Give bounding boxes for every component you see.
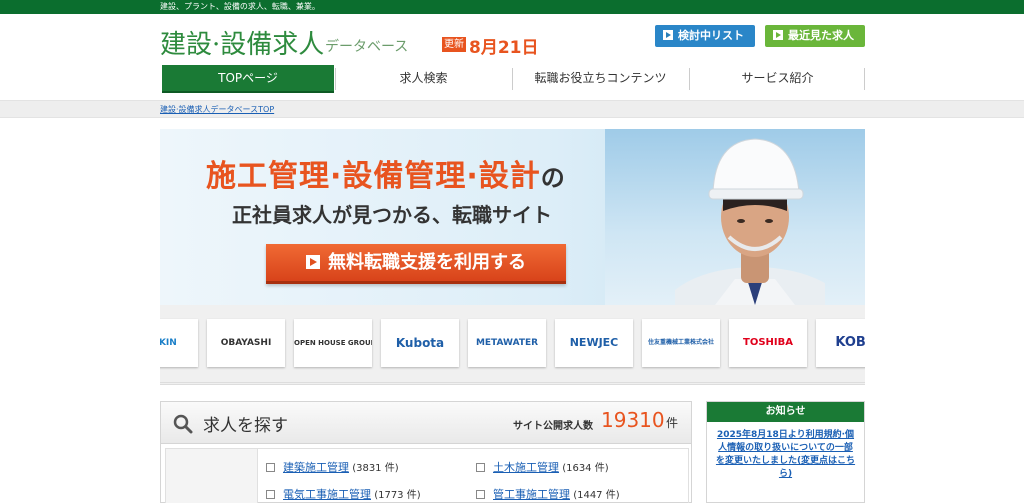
company-logo-text: Kubota (395, 336, 445, 350)
update-date: 8月21日 (469, 38, 539, 58)
job-category-item[interactable]: 建築施工管理 (3831 件) (266, 459, 399, 475)
category-heading-column (166, 449, 258, 503)
company-logo-card[interactable]: DAIKIN (160, 319, 198, 367)
nav-item-top[interactable]: TOPページ (162, 65, 334, 93)
company-logo-text: DAIKIN (160, 338, 177, 348)
company-logo-card[interactable]: KOBE (816, 319, 865, 367)
job-category-link[interactable]: 建築施工管理 (283, 461, 349, 474)
company-logo-card[interactable]: OBAYASHI (207, 319, 285, 367)
job-category-count: (1447 件) (573, 490, 620, 501)
public-jobs-count-label: サイト公開求人数 (513, 421, 593, 432)
company-logo-card[interactable]: NEWJEC (555, 319, 633, 367)
company-logo-card[interactable]: 住友重機械工業株式会社 (642, 319, 720, 367)
job-category-count: (1773 件) (374, 490, 421, 501)
job-category-item[interactable]: 電気工事施工管理 (1773 件) (266, 486, 421, 502)
site-logo[interactable]: 建設·設備求人 (160, 24, 324, 61)
job-category-checkbox[interactable] (266, 490, 275, 499)
company-logo-card[interactable]: OPEN HOUSE GROUP (294, 319, 372, 367)
arrow-right-icon (773, 30, 783, 40)
arrow-right-icon (306, 255, 320, 269)
search-icon (173, 414, 193, 434)
job-category-count: (1634 件) (562, 463, 609, 474)
job-category-count: (3831 件) (352, 463, 399, 474)
recent-jobs-button[interactable]: 最近見た求人 (765, 25, 865, 47)
breadcrumb-top-link[interactable]: 建設·設備求人データベースTOP (160, 104, 274, 115)
company-logo-text: 住友重機械工業株式会社 (647, 339, 714, 346)
hero-headline-particle: の (540, 164, 566, 192)
review-list-button[interactable]: 検討中リスト (655, 25, 755, 47)
hero-banner[interactable]: 施工管理·設備管理·設計の 正社員求人が見つかる、転職サイト 無料転職支援を利用… (160, 129, 865, 305)
news-panel: お知らせ 2025年8月18日より利用規約·個人情報の取り扱いについての一部を変… (706, 401, 865, 503)
job-category-link[interactable]: 管工事施工管理 (493, 488, 570, 501)
job-category-link[interactable]: 土木施工管理 (493, 461, 559, 474)
company-logo-text: OPEN HOUSE GROUP (294, 339, 372, 347)
update-badge: 更新 (442, 37, 466, 52)
company-logo-card[interactable]: Kubota (381, 319, 459, 367)
arrow-right-icon (663, 30, 673, 40)
company-logo-card[interactable]: METAWATER (468, 319, 546, 367)
job-category-list: 建築施工管理 (3831 件) 土木施工管理 (1634 件) 電気工事施工管理… (165, 448, 689, 503)
hero-subline: 正社員求人が見つかる、転職サイト (232, 203, 552, 227)
job-category-checkbox[interactable] (476, 490, 485, 499)
company-logo-text: TOSHIBA (743, 337, 793, 348)
top-announcement-text: 建設、プラント、設備の求人、転職、兼業。 (160, 2, 320, 11)
nav-item-job-search[interactable]: 求人検索 (336, 65, 511, 93)
main-nav: TOPページ 求人検索 転職お役立ちコンテンツ サービス紹介 (160, 65, 865, 93)
company-logo-carousel[interactable]: DAIKIN OBAYASHI OPEN HOUSE GROUP Kubota … (160, 305, 865, 385)
nav-item-career-content[interactable]: 転職お役立ちコンテンツ (513, 65, 688, 93)
company-logo-text: KOBE (835, 335, 865, 350)
public-jobs-count-value: 19310 (601, 408, 665, 432)
news-title: お知らせ (707, 402, 864, 422)
site-logo-subtitle: データベース (325, 39, 409, 55)
hero-headline-main: 施工管理·設備管理·設計 (206, 159, 541, 194)
breadcrumb-bar: 建設·設備求人データベースTOP (0, 100, 1024, 118)
public-jobs-count-unit: 件 (666, 416, 679, 430)
company-logo-text: METAWATER (475, 338, 539, 348)
job-search-title: 求人を探す (203, 416, 288, 436)
company-logo-text: NEWJEC (569, 336, 619, 349)
site-header: 建設·設備求人 データベース 更新 8月21日 (160, 22, 865, 62)
company-logo-text: OBAYASHI (220, 338, 272, 348)
news-link[interactable]: 2025年8月18日より利用規約·個人情報の取り扱いについての一部を変更いたしま… (707, 422, 864, 488)
job-category-checkbox[interactable] (476, 463, 485, 472)
job-search-panel: 求人を探す サイト公開求人数 19310 件 建築施工管理 (3831 件) 土… (160, 401, 692, 503)
nav-divider (864, 68, 865, 90)
free-career-support-label: 無料転職支援を利用する (328, 252, 526, 273)
recent-jobs-label: 最近見た求人 (788, 29, 854, 42)
job-search-header: 求人を探す サイト公開求人数 19310 件 (161, 402, 691, 444)
free-career-support-button[interactable]: 無料転職支援を利用する (266, 244, 566, 284)
worker-illustration (675, 138, 825, 305)
job-category-item[interactable]: 管工事施工管理 (1447 件) (476, 486, 620, 502)
job-category-checkbox[interactable] (266, 463, 275, 472)
company-logo-card[interactable]: TOSHIBA (729, 319, 807, 367)
review-list-label: 検討中リスト (678, 29, 744, 42)
top-announcement-bar: 建設、プラント、設備の求人、転職、兼業。 (0, 0, 1024, 14)
job-category-item[interactable]: 土木施工管理 (1634 件) (476, 459, 609, 475)
hero-headline: 施工管理·設備管理·設計の (206, 151, 566, 195)
nav-item-services[interactable]: サービス紹介 (690, 65, 865, 93)
job-category-link[interactable]: 電気工事施工管理 (283, 488, 371, 501)
